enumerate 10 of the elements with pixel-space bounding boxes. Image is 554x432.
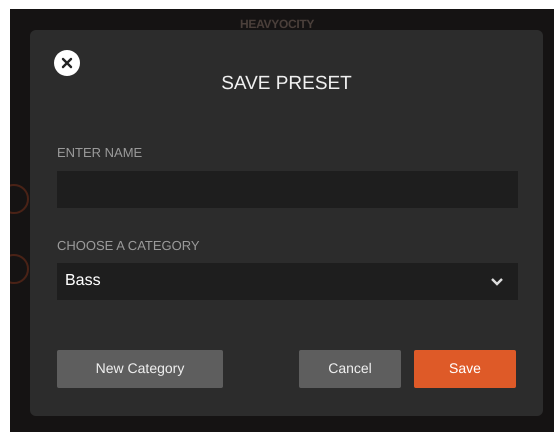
dialog-title: SAVE PRESET bbox=[220, 72, 353, 96]
new-category-button[interactable]: New Category bbox=[57, 350, 223, 388]
chevron-down-icon bbox=[490, 276, 504, 286]
category-dropdown[interactable]: Bass bbox=[57, 262, 518, 300]
close-icon[interactable] bbox=[54, 50, 80, 76]
cancel-button[interactable]: Cancel bbox=[299, 350, 401, 388]
name-label: ENTER NAME bbox=[57, 144, 144, 162]
save-button[interactable]: Save bbox=[414, 350, 516, 388]
category-label: CHOOSE A CATEGORY bbox=[57, 237, 201, 255]
dropdown-value: Bass bbox=[65, 271, 101, 291]
